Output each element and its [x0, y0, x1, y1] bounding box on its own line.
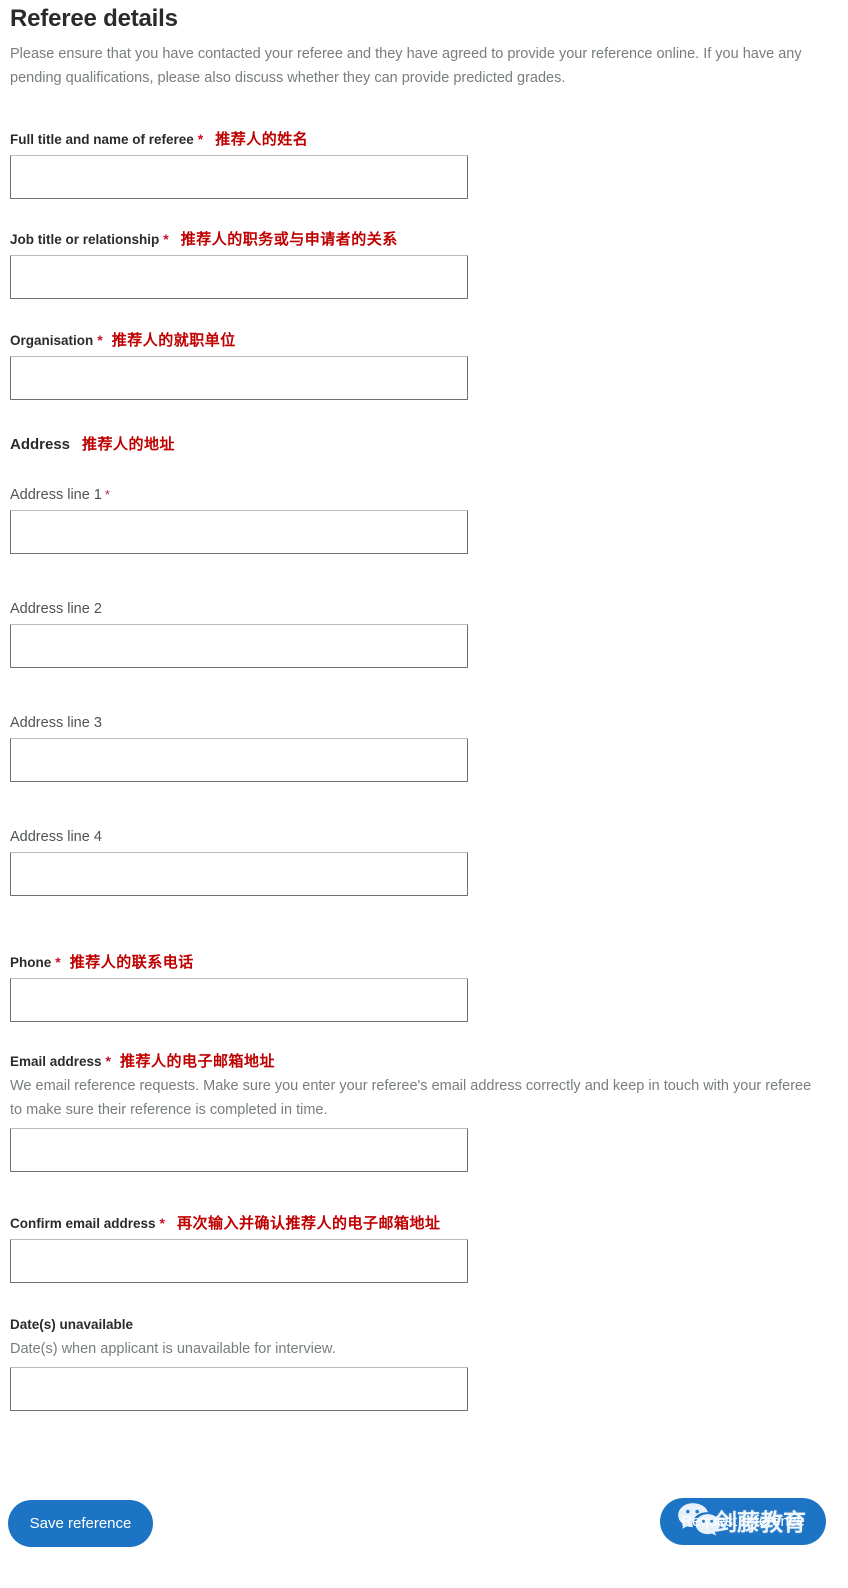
- field-confirm-email-address: Confirm email address * 再次输入并确认推荐人的电子邮箱地址: [10, 1214, 468, 1283]
- input-address-line-2[interactable]: [10, 624, 468, 668]
- label-full-title-and-name: Full title and name of referee: [10, 132, 194, 147]
- field-label-row: Phone * 推荐人的联系电话: [10, 953, 468, 972]
- annotation-confirm-email-address: 再次输入并确认推荐人的电子邮箱地址: [177, 1215, 441, 1232]
- label-confirm-email-address: Confirm email address: [10, 1216, 156, 1231]
- input-organisation[interactable]: [10, 356, 468, 400]
- field-label-row: Address line 3: [10, 714, 468, 732]
- required-asterisk: *: [55, 954, 61, 970]
- input-full-title-and-name[interactable]: [10, 155, 468, 199]
- label-job-title-or-relationship: Job title or relationship: [10, 232, 160, 247]
- annotation-job-title-or-relationship: 推荐人的职务或与申请者的关系: [180, 231, 398, 248]
- label-address-line-2: Address line 2: [10, 601, 102, 617]
- input-dates-unavailable[interactable]: [10, 1367, 468, 1411]
- input-address-line-4[interactable]: [10, 852, 468, 896]
- required-asterisk: *: [104, 487, 110, 502]
- field-label-row: Address line 1 *: [10, 486, 468, 504]
- field-label-row: Address line 2: [10, 600, 468, 618]
- label-address-line-1: Address line 1: [10, 487, 102, 503]
- annotation-address: 推荐人的地址: [82, 436, 176, 453]
- required-asterisk: *: [97, 332, 103, 348]
- field-address-line-4: Address line 4: [10, 828, 468, 896]
- field-email-address: Email address * 推荐人的电子邮箱地址 We email refere…: [10, 1052, 825, 1172]
- input-address-line-3[interactable]: [10, 738, 468, 782]
- help-dates-unavailable: Date(s) when applicant is unavailable fo…: [10, 1341, 336, 1357]
- required-asterisk: *: [105, 1053, 111, 1069]
- label-phone: Phone: [10, 955, 52, 970]
- required-asterisk: *: [159, 1215, 165, 1231]
- input-phone[interactable]: [10, 978, 468, 1022]
- field-address-line-3: Address line 3: [10, 714, 468, 782]
- help-email-address: We email reference requests. Make sure y…: [10, 1078, 812, 1118]
- field-label-row: Organisation * 推荐人的就职单位: [10, 331, 468, 350]
- request-reference-button[interactable]: Request reference: [660, 1498, 826, 1545]
- field-label-row: Full title and name of referee * 推荐人的姓名: [10, 130, 468, 149]
- annotation-email-address: 推荐人的电子邮箱地址: [120, 1053, 276, 1070]
- label-dates-unavailable: Date(s) unavailable: [10, 1317, 134, 1332]
- field-phone: Phone * 推荐人的联系电话: [10, 953, 468, 1022]
- label-address-line-3: Address line 3: [10, 715, 102, 731]
- field-label-row: Job title or relationship * 推荐人的职务或与申请者的关系: [10, 230, 468, 249]
- field-address-line-1: Address line 1 *: [10, 486, 468, 554]
- field-full-title-and-name: Full title and name of referee * 推荐人的姓名: [10, 130, 468, 199]
- label-email-address: Email address: [10, 1054, 102, 1069]
- field-organisation: Organisation * 推荐人的就职单位: [10, 331, 468, 400]
- annotation-full-title-and-name: 推荐人的姓名: [215, 131, 309, 148]
- annotation-phone: 推荐人的联系电话: [69, 954, 194, 971]
- input-address-line-1[interactable]: [10, 510, 468, 554]
- input-confirm-email-address[interactable]: [10, 1239, 468, 1283]
- required-asterisk: *: [197, 131, 204, 147]
- save-reference-button[interactable]: Save reference: [8, 1500, 153, 1547]
- referee-details-page: Referee details Please ensure that you h…: [0, 0, 848, 1588]
- label-address-line-4: Address line 4: [10, 829, 102, 845]
- label-organisation: Organisation: [10, 333, 94, 348]
- field-job-title-or-relationship: Job title or relationship * 推荐人的职务或与申请者的关系: [10, 230, 468, 299]
- address-section-heading: Address 推荐人的地址: [10, 433, 175, 454]
- field-dates-unavailable: Date(s) unavailable Date(s) when applica…: [10, 1316, 570, 1411]
- field-address-line-2: Address line 2: [10, 600, 468, 668]
- intro-paragraph: Please ensure that you have contacted yo…: [10, 46, 802, 86]
- input-job-title-or-relationship[interactable]: [10, 255, 468, 299]
- input-email-address[interactable]: [10, 1128, 468, 1172]
- field-label-row: Address line 4: [10, 828, 468, 846]
- field-label-row: Date(s) unavailable: [10, 1316, 570, 1334]
- page-title: Referee details: [10, 5, 178, 32]
- field-label-row: Email address * 推荐人的电子邮箱地址: [10, 1052, 825, 1071]
- address-heading-text: Address: [10, 436, 71, 453]
- required-asterisk: *: [163, 231, 169, 247]
- annotation-organisation: 推荐人的就职单位: [111, 332, 236, 349]
- field-label-row: Confirm email address * 再次输入并确认推荐人的电子邮箱地址: [10, 1214, 468, 1233]
